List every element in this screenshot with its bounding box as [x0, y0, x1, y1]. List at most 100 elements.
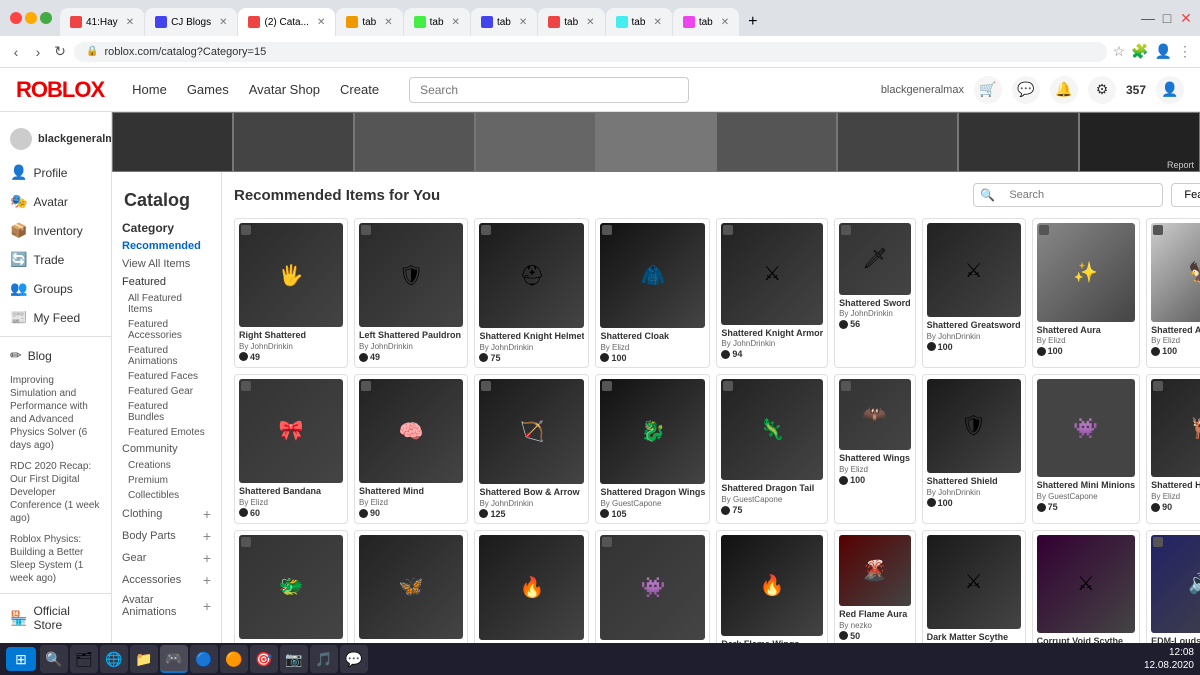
featured-animations[interactable]: Featured Animations: [118, 343, 215, 369]
nav-games[interactable]: Games: [187, 78, 229, 101]
category-recommended[interactable]: Recommended: [118, 237, 215, 255]
community-collectibles[interactable]: Collectibles: [118, 488, 215, 503]
featured-accessories[interactable]: Featured Accessories: [118, 317, 215, 343]
browser-tab-3-active[interactable]: (2) Cata... ✕: [238, 8, 335, 36]
item-card[interactable]: 🦎Shattered Dragon TailBy GuestCapone75: [716, 374, 828, 524]
browser-tab-9[interactable]: tab ✕: [673, 8, 739, 36]
back-btn[interactable]: ‹: [8, 44, 24, 60]
avatar-animations-expand[interactable]: +: [203, 598, 211, 614]
roblox-logo[interactable]: ROBLOX: [16, 77, 104, 103]
sidebar-blog-post-2[interactable]: RDC 2020 Recap: Our First Digital Develo…: [0, 456, 111, 529]
browser-tab-7[interactable]: tab ✕: [538, 8, 604, 36]
item-card[interactable]: 🦅Shattered Angel WingsBy Elizd100: [1146, 218, 1200, 368]
sidebar-item-official-store[interactable]: 🏪 Official Store: [0, 598, 111, 638]
sidebar-blog-post-3[interactable]: Roblox Physics: Building a Better Sleep …: [0, 529, 111, 589]
gear-expand[interactable]: +: [203, 550, 211, 566]
item-card[interactable]: 👾Shattered Mini MinionsBy GuestCapone75: [1032, 374, 1141, 524]
notifications-icon[interactable]: 🔔: [1050, 76, 1078, 104]
item-card[interactable]: 🧥Shattered CloakBy Elizd100: [595, 218, 710, 368]
item-card[interactable]: 🛡Shattered ShieldBy JohnDrinkin100: [922, 374, 1026, 524]
category-view-all[interactable]: View All Items: [118, 255, 215, 273]
sidebar-item-avatar[interactable]: 🎭 Avatar: [0, 187, 111, 216]
sidebar-item-myfeed[interactable]: 📰 My Feed: [0, 303, 111, 332]
category-body-parts[interactable]: Body Parts +: [118, 525, 215, 547]
profile-icon[interactable]: 👤: [1155, 43, 1172, 60]
browser-tab-6[interactable]: tab ✕: [471, 8, 537, 36]
community-premium[interactable]: Premium: [118, 473, 215, 488]
item-card[interactable]: 🦇Shattered WingsBy Elizd100: [834, 374, 916, 524]
category-avatar-animations[interactable]: Avatar Animations +: [118, 591, 215, 621]
nav-avatar-shop[interactable]: Avatar Shop: [249, 78, 320, 101]
taskbar-search[interactable]: 🔍: [40, 645, 68, 673]
item-card[interactable]: ⚔Shattered Knight ArmorBy JohnDrinkin94: [716, 218, 828, 368]
category-clothing[interactable]: Clothing +: [118, 503, 215, 525]
start-button[interactable]: ⊞: [6, 647, 36, 671]
item-card[interactable]: 🖐Right ShatteredBy JohnDrinkin49: [234, 218, 348, 368]
sidebar-item-trade[interactable]: 🔄 Trade: [0, 245, 111, 274]
featured-emotes[interactable]: Featured Emotes: [118, 425, 215, 440]
sort-select[interactable]: Featured Relevance Price Low Price High: [1171, 183, 1200, 207]
item-card[interactable]: 🏹Shattered Bow & ArrowBy JohnDrinkin125: [474, 374, 589, 524]
settings-icon[interactable]: ⚙: [1088, 76, 1116, 104]
browser-tab-2[interactable]: CJ Blogs ✕: [145, 8, 237, 36]
taskbar-files[interactable]: 🗂: [70, 645, 98, 673]
chat-icon[interactable]: 💬: [1012, 76, 1040, 104]
featured-gear[interactable]: Featured Gear: [118, 384, 215, 399]
taskbar-app-3[interactable]: 🎯: [250, 645, 278, 673]
item-card[interactable]: 🦌Shattered HornsBy Elizd90: [1146, 374, 1200, 524]
bookmark-icon[interactable]: ☆: [1113, 43, 1126, 60]
category-community[interactable]: Community: [118, 440, 215, 458]
item-card[interactable]: ⛑Shattered Knight HelmetBy JohnDrinkin75: [474, 218, 589, 368]
cart-icon[interactable]: 🛒: [974, 76, 1002, 104]
featured-bundles[interactable]: Featured Bundles: [118, 399, 215, 425]
category-featured[interactable]: Featured: [118, 273, 215, 291]
sidebar-blog-post-1[interactable]: Improving Simulation and Performance wit…: [0, 370, 111, 456]
browser-tab-1[interactable]: 41:Hay ✕: [60, 8, 144, 36]
taskbar-app-5[interactable]: 🎵: [310, 645, 338, 673]
taskbar-app-1[interactable]: 🔵: [190, 645, 218, 673]
featured-all[interactable]: All Featured Items: [118, 291, 215, 317]
sidebar-item-blog[interactable]: ✏ Blog: [0, 341, 111, 370]
featured-faces[interactable]: Featured Faces: [118, 369, 215, 384]
nav-search-input[interactable]: [409, 77, 689, 103]
taskbar-folder[interactable]: 📁: [130, 645, 158, 673]
taskbar-app-2[interactable]: 🟠: [220, 645, 248, 673]
sidebar-item-profile[interactable]: 👤 Profile: [0, 158, 111, 187]
item-card[interactable]: 🗡Shattered SwordBy JohnDrinkin56: [834, 218, 916, 368]
taskbar-browser[interactable]: 🌐: [100, 645, 128, 673]
browser-tab-5[interactable]: tab ✕: [404, 8, 470, 36]
sidebar-item-inventory[interactable]: 📦 Inventory: [0, 216, 111, 245]
body-parts-expand[interactable]: +: [203, 528, 211, 544]
item-card[interactable]: ✨Shattered AuraBy Elizd100: [1032, 218, 1141, 368]
reload-btn[interactable]: ↻: [52, 44, 68, 60]
browser-tab-4[interactable]: tab ✕: [336, 8, 402, 36]
community-creations[interactable]: Creations: [118, 458, 215, 473]
menu-icon[interactable]: ⋮: [1178, 43, 1192, 60]
close-btn[interactable]: ✕: [1178, 10, 1194, 26]
item-card[interactable]: 🐉Shattered Dragon WingsBy GuestCapone105: [595, 374, 710, 524]
taskbar-roblox[interactable]: 🎮: [160, 645, 188, 673]
nav-create[interactable]: Create: [340, 78, 379, 101]
sidebar-item-groups[interactable]: 👥 Groups: [0, 274, 111, 303]
item-card[interactable]: 🎀Shattered BandanaBy Elizd60: [234, 374, 348, 524]
category-accessories[interactable]: Accessories +: [118, 569, 215, 591]
browser-tab-8[interactable]: tab ✕: [606, 8, 672, 36]
report-button[interactable]: Report: [1167, 160, 1194, 170]
clothing-expand[interactable]: +: [203, 506, 211, 522]
browser-tab-add[interactable]: +: [740, 8, 765, 36]
item-card[interactable]: ⚔Shattered GreatswordBy JohnDrinkin100: [922, 218, 1026, 368]
taskbar-app-4[interactable]: 📷: [280, 645, 308, 673]
avatar-icon[interactable]: 👤: [1156, 76, 1184, 104]
category-gear[interactable]: Gear +: [118, 547, 215, 569]
item-card[interactable]: 🛡Left Shattered PauldronBy JohnDrinkin49: [354, 218, 468, 368]
extensions-icon[interactable]: 🧩: [1131, 43, 1148, 60]
accessories-expand[interactable]: +: [203, 572, 211, 588]
forward-btn[interactable]: ›: [30, 44, 46, 60]
taskbar-chat[interactable]: 💬: [340, 645, 368, 673]
nav-home[interactable]: Home: [132, 78, 167, 101]
url-bar[interactable]: 🔒 roblox.com/catalog?Category=15: [74, 42, 1107, 62]
item-card[interactable]: 🧠Shattered MindBy Elizd90: [354, 374, 468, 524]
minimize-btn[interactable]: —: [1140, 10, 1156, 26]
catalog-search-input[interactable]: [1001, 185, 1141, 205]
maximize-btn[interactable]: □: [1159, 10, 1175, 26]
